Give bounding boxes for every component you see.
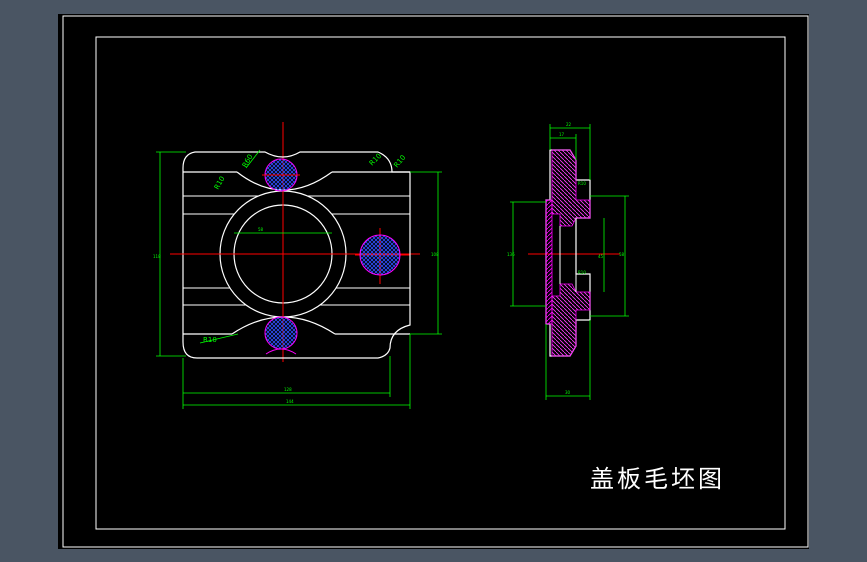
side-inner-dim-label: 45	[598, 254, 604, 259]
side-top-label-a: 22	[566, 122, 572, 127]
r10-label-bottom: R10	[203, 336, 217, 344]
side-bottom-label: 30	[565, 390, 571, 395]
bottom-width-label: 128	[284, 387, 292, 392]
drawing-canvas: 58 118 108 128 144 R60 R10 R10 R10 R10 1…	[58, 14, 809, 549]
right-height-dim-label: 108	[431, 252, 439, 257]
side-right-dim-label: 58	[619, 252, 625, 257]
side-r-mark-bottom: R10	[578, 270, 586, 275]
height-dim-label: 118	[153, 254, 161, 259]
overall-width-label: 144	[286, 399, 294, 404]
drawing-title: 盖板毛坯图	[590, 465, 725, 493]
bore-dim-label: 58	[258, 227, 264, 232]
side-top-label-b: 17	[559, 132, 565, 137]
side-r-mark-top: R10	[578, 181, 586, 186]
side-left-dim-label: 136	[507, 252, 515, 257]
bottom-boss	[264, 316, 298, 350]
side-lug	[359, 234, 401, 276]
side-hatch-left	[545, 199, 553, 325]
